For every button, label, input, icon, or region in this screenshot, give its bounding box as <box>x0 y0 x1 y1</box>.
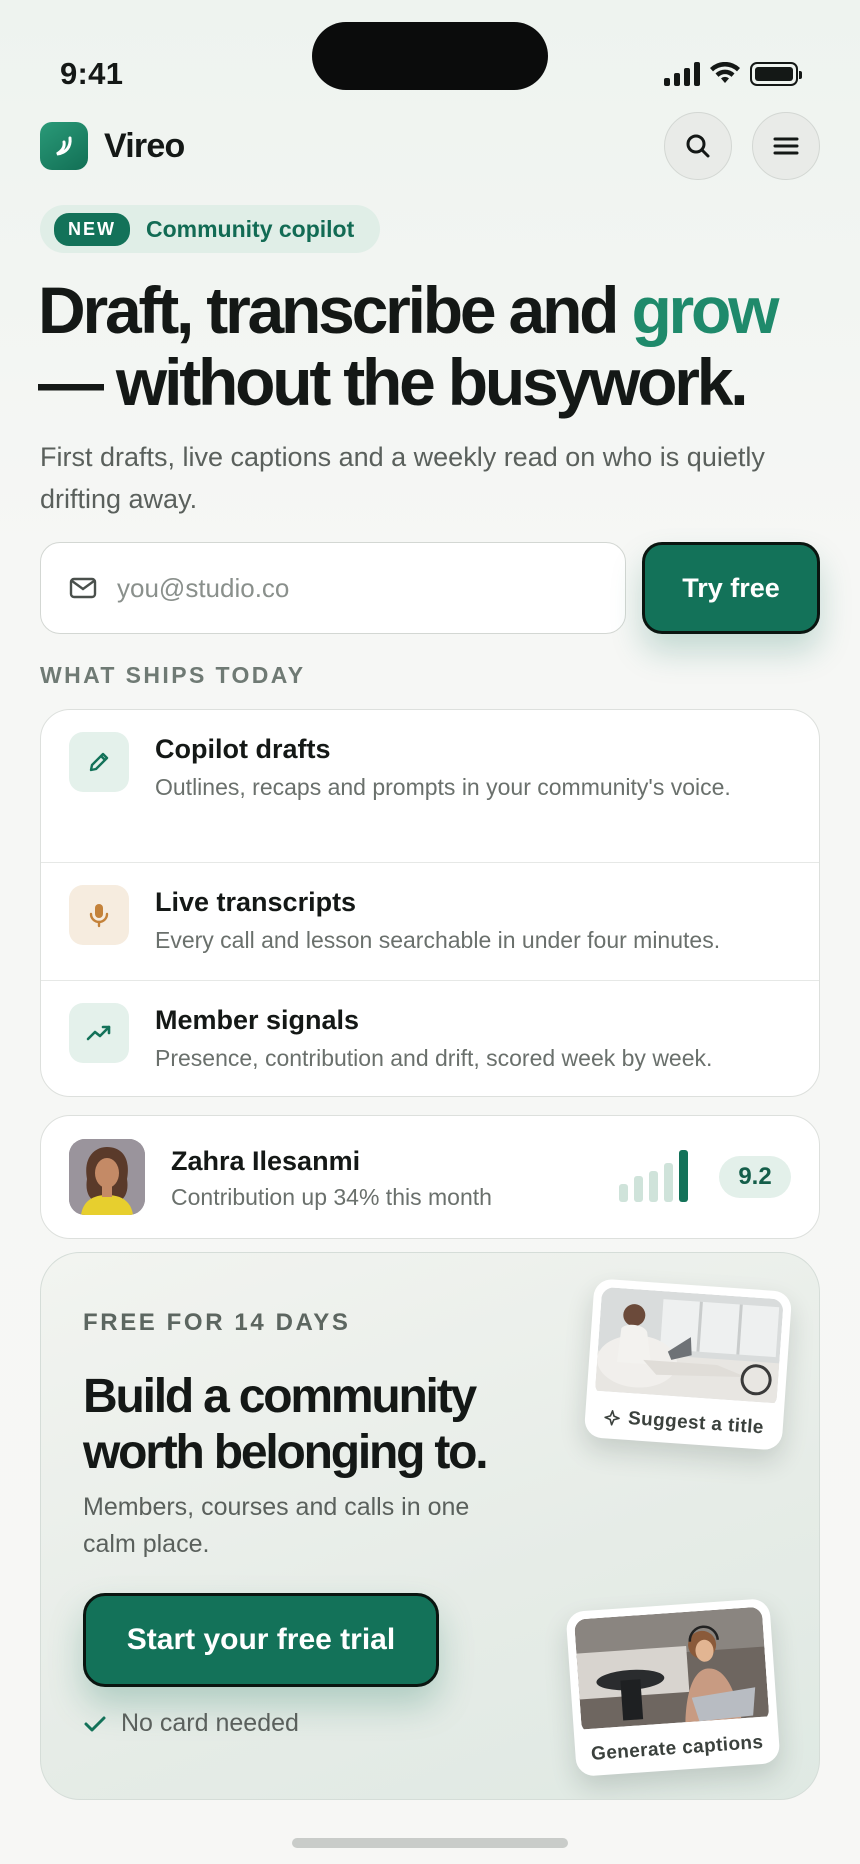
feature-title: Live transcripts <box>155 887 357 917</box>
feature-description: Outlines, recaps and prompts in your com… <box>155 774 731 800</box>
sparkle-icon <box>604 1410 620 1426</box>
hero-subtitle: First drafts, live captions and a weekly… <box>40 442 765 514</box>
headline-lead: Draft, transcribe and <box>38 273 632 347</box>
wifi-icon <box>710 62 740 83</box>
vireo-logo-icon[interactable] <box>40 122 88 170</box>
announcement-text: Community copilot <box>146 215 355 242</box>
features-card: Copilot drafts Outlines, recaps and prom… <box>40 709 820 1097</box>
headset-photo <box>574 1606 770 1735</box>
dynamic-island <box>312 22 548 90</box>
member-score-badge: 9.2 <box>719 1156 791 1198</box>
activity-bar <box>619 1184 628 1202</box>
feature-title: Copilot drafts <box>155 734 331 764</box>
email-input[interactable] <box>117 572 557 604</box>
generate-captions-caption: Generate captions <box>590 1731 765 1765</box>
new-badge: NEW <box>54 212 130 246</box>
brand-name: Vireo <box>104 126 185 165</box>
suggest-title-caption: Suggest a title <box>627 1407 765 1439</box>
feature-item-copilot-drafts[interactable]: Copilot drafts Outlines, recaps and prom… <box>41 710 819 862</box>
promo-label: FREE FOR 14 DAYS <box>83 1309 351 1336</box>
laptop-photo <box>594 1286 784 1408</box>
promo-subtitle: Members, courses and calls in one calm p… <box>83 1493 470 1558</box>
member-name: Zahra Ilesanmi <box>171 1146 361 1176</box>
promo-title: Build a community worth belonging to. <box>83 1370 489 1479</box>
search-button[interactable] <box>664 112 732 180</box>
no-card-note: No card needed <box>83 1709 299 1738</box>
activity-sparkbars <box>619 1148 688 1202</box>
activity-bar <box>679 1150 688 1202</box>
check-icon <box>84 1716 106 1731</box>
top-bar: Vireo <box>40 112 820 180</box>
suggest-title-card[interactable]: Suggest a title <box>583 1278 793 1451</box>
pencil-icon <box>69 732 129 792</box>
section-label: WHAT SHIPS TODAY <box>40 662 306 688</box>
home-indicator[interactable] <box>292 1838 568 1848</box>
feature-description: Every call and lesson searchable in unde… <box>155 927 721 953</box>
status-icons <box>664 62 802 86</box>
start-free-trial-button[interactable]: Start your free trial <box>83 1593 439 1687</box>
no-card-text: No card needed <box>121 1709 299 1737</box>
feature-title: Member signals <box>155 1005 360 1035</box>
free-trial-promo: FREE FOR 14 DAYS Build a community worth… <box>40 1252 820 1800</box>
feature-item-member-signals[interactable]: Member signals Presence, contribution an… <box>41 980 819 1096</box>
status-time: 9:41 <box>60 56 124 91</box>
try-free-button[interactable]: Try free <box>642 542 820 634</box>
mail-icon <box>69 577 97 599</box>
announcement-pill[interactable]: NEW Community copilot <box>40 205 381 253</box>
headline-tail: — without the busywork. <box>38 345 749 419</box>
activity-bar <box>664 1163 673 1202</box>
generate-captions-card[interactable]: Generate captions <box>565 1598 781 1777</box>
member-subtitle: Contribution up 34% this month <box>171 1184 492 1210</box>
hero-headline: Draft, transcribe and grow — without the … <box>38 274 838 418</box>
avatar <box>69 1139 145 1215</box>
feature-description: Presence, contribution and drift, scored… <box>155 1045 713 1071</box>
activity-bar <box>634 1176 643 1202</box>
cellular-signal-icon <box>664 62 700 86</box>
feature-item-live-transcripts[interactable]: Live transcripts Every call and lesson s… <box>41 862 819 980</box>
trend-up-icon <box>69 1003 129 1063</box>
battery-icon <box>750 62 802 86</box>
email-field[interactable] <box>40 542 626 634</box>
activity-bar <box>649 1171 658 1202</box>
search-icon <box>686 134 710 158</box>
menu-button[interactable] <box>752 112 820 180</box>
menu-icon <box>773 137 799 155</box>
member-signal-card[interactable]: Zahra Ilesanmi Contribution up 34% this … <box>40 1115 820 1239</box>
headline-accent: grow <box>631 273 779 347</box>
microphone-icon <box>69 885 129 945</box>
